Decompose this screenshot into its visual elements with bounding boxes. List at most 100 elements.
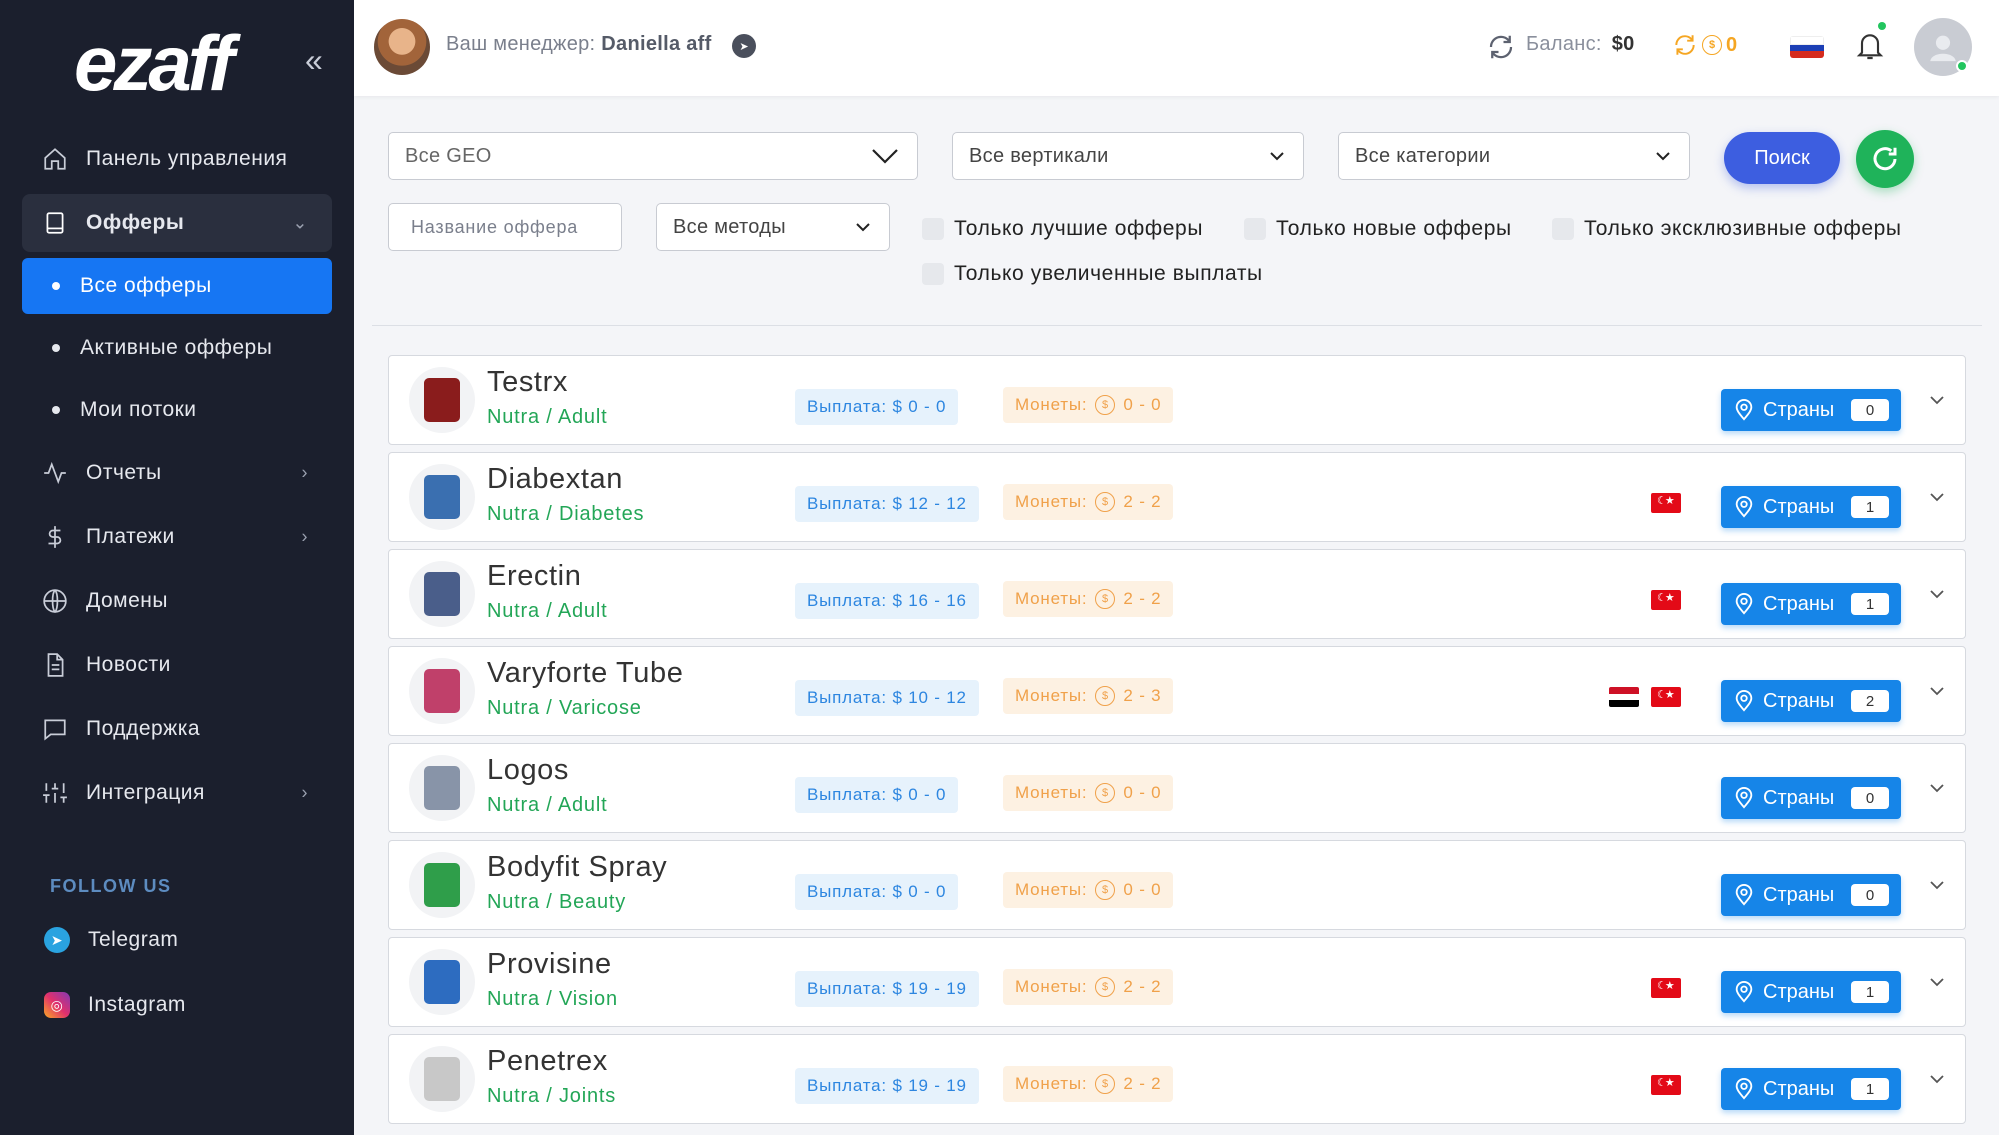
offer-name-input[interactable]: Название оффера	[388, 203, 622, 251]
countries-button[interactable]: Страны 1	[1721, 583, 1901, 625]
location-pin-icon	[1735, 690, 1753, 712]
coins-refresh-icon[interactable]	[1672, 32, 1698, 58]
offer-row[interactable]: Penetrex Nutra / Joints Выплата: $ 19 - …	[388, 1034, 1966, 1124]
sidebar-item-integration[interactable]: Интеграция ›	[22, 764, 332, 822]
refresh-balance-icon[interactable]	[1486, 32, 1516, 62]
offer-name[interactable]: Varyforte Tube	[487, 657, 683, 690]
offer-row[interactable]: Bodyfit Spray Nutra / Beauty Выплата: $ …	[388, 840, 1966, 930]
expand-chevron-icon[interactable]	[1927, 972, 1947, 992]
expand-chevron-icon[interactable]	[1927, 1069, 1947, 1089]
manager-telegram-icon[interactable]: ➤	[732, 34, 756, 58]
coins-value: 2 - 2	[1123, 1074, 1162, 1093]
checkbox-box[interactable]	[922, 218, 944, 240]
social-label: Telegram	[88, 928, 179, 951]
expand-chevron-icon[interactable]	[1927, 875, 1947, 895]
coins-label: Монеты:	[1015, 589, 1088, 608]
checkbox-label: Только новые офферы	[1276, 217, 1512, 240]
offer-name[interactable]: Testrx	[487, 366, 568, 399]
location-pin-icon	[1735, 787, 1753, 809]
sidebar-item-label: Домены	[86, 589, 168, 612]
expand-chevron-icon[interactable]	[1927, 681, 1947, 701]
offer-row[interactable]: Logos Nutra / Adult Выплата: $ 0 - 0 Мон…	[388, 743, 1966, 833]
location-pin-icon	[1735, 399, 1753, 421]
notifications-bell-icon[interactable]	[1854, 28, 1886, 64]
geo-select[interactable]: Все GEO	[388, 132, 918, 180]
countries-count: 2	[1851, 690, 1889, 712]
sidebar-subitem-my-streams[interactable]: Мои потоки	[22, 382, 332, 438]
verticals-select[interactable]: Все вертикали	[952, 132, 1304, 180]
methods-select[interactable]: Все методы	[656, 203, 890, 251]
countries-button[interactable]: Страны 0	[1721, 389, 1901, 431]
offer-row[interactable]: Testrx Nutra / Adult Выплата: $ 0 - 0 Мо…	[388, 355, 1966, 445]
coins-value: 0 - 0	[1123, 783, 1162, 802]
sidebar-item-news[interactable]: Новости	[22, 636, 332, 694]
location-pin-icon	[1735, 1078, 1753, 1100]
countries-button[interactable]: Страны 0	[1721, 874, 1901, 916]
reset-filters-button[interactable]	[1856, 130, 1914, 188]
countries-button[interactable]: Страны 1	[1721, 1068, 1901, 1110]
sidebar-item-label: Новости	[86, 653, 171, 676]
checkbox-best-offers[interactable]: Только лучшие офферы	[922, 217, 1203, 241]
social-link-telegram[interactable]: ➤ Telegram	[44, 927, 178, 953]
checkbox-box[interactable]	[922, 263, 944, 285]
offer-flags	[1651, 493, 1681, 513]
chevron-down-icon	[856, 223, 870, 232]
payout-value: $ 12 - 12	[892, 494, 967, 513]
expand-chevron-icon[interactable]	[1927, 778, 1947, 798]
countries-button[interactable]: Страны 1	[1721, 971, 1901, 1013]
countries-button[interactable]: Страны 1	[1721, 486, 1901, 528]
sidebar-subitem-label: Активные офферы	[80, 336, 273, 359]
notification-dot	[1878, 22, 1886, 30]
sidebar-subitem-all-offers[interactable]: Все офферы	[22, 258, 332, 314]
manager-info: Ваш менеджер: Daniella aff	[446, 33, 712, 56]
language-flag-ru-icon[interactable]	[1790, 36, 1824, 58]
countries-label: Страны	[1763, 786, 1835, 809]
offer-name[interactable]: Penetrex	[487, 1045, 608, 1078]
offer-name[interactable]: Provisine	[487, 948, 612, 981]
balance: Баланс: $0	[1526, 33, 1635, 56]
countries-button[interactable]: Страны 2	[1721, 680, 1901, 722]
sidebar-item-offers[interactable]: Офферы ⌄	[22, 194, 332, 252]
expand-chevron-icon[interactable]	[1927, 584, 1947, 604]
offer-flags	[1651, 978, 1681, 998]
logo[interactable]: ezaff	[74, 18, 234, 109]
offer-row[interactable]: Diabextan Nutra / Diabetes Выплата: $ 12…	[388, 452, 1966, 542]
countries-count: 1	[1851, 496, 1889, 518]
offer-name[interactable]: Logos	[487, 754, 569, 787]
collapse-sidebar-icon[interactable]: «	[305, 44, 323, 76]
offer-name[interactable]: Bodyfit Spray	[487, 851, 667, 884]
coins-value: 2 - 2	[1123, 977, 1162, 996]
offer-coins: Монеты: $ 2 - 2	[1003, 969, 1174, 1005]
sliders-icon	[42, 780, 68, 806]
search-button[interactable]: Поиск	[1724, 132, 1840, 184]
countries-label: Страны	[1763, 689, 1835, 712]
offer-row[interactable]: Varyforte Tube Nutra / Varicose Выплата:…	[388, 646, 1966, 736]
sidebar-subitem-active-offers[interactable]: Активные офферы	[22, 320, 332, 376]
refresh-icon	[1873, 147, 1897, 171]
offer-name[interactable]: Diabextan	[487, 463, 623, 496]
offer-name[interactable]: Erectin	[487, 560, 581, 593]
expand-chevron-icon[interactable]	[1927, 487, 1947, 507]
manager-label: Ваш менеджер:	[446, 33, 596, 55]
sidebar-item-label: Офферы	[86, 211, 185, 234]
sidebar-item-dashboard[interactable]: Панель управления	[22, 130, 332, 188]
checkbox-increased-payouts[interactable]: Только увеличенные выплаты	[922, 262, 1263, 286]
checkbox-new-offers[interactable]: Только новые офферы	[1244, 217, 1512, 241]
sidebar-item-domains[interactable]: Домены	[22, 572, 332, 630]
expand-chevron-icon[interactable]	[1927, 390, 1947, 410]
payout-label: Выплата:	[807, 1076, 887, 1095]
offer-row[interactable]: Erectin Nutra / Adult Выплата: $ 16 - 16…	[388, 549, 1966, 639]
checkbox-exclusive-offers[interactable]: Только эксклюзивные офферы	[1552, 217, 1902, 241]
sidebar-item-support[interactable]: Поддержка	[22, 700, 332, 758]
social-link-instagram[interactable]: ◎ Instagram	[44, 992, 186, 1018]
coins-value: 2 - 2	[1123, 492, 1162, 511]
countries-button[interactable]: Страны 0	[1721, 777, 1901, 819]
coins-label: Монеты:	[1015, 880, 1088, 899]
checkbox-box[interactable]	[1244, 218, 1266, 240]
checkbox-box[interactable]	[1552, 218, 1574, 240]
sidebar-item-payments[interactable]: Платежи ›	[22, 508, 332, 566]
categories-select[interactable]: Все категории	[1338, 132, 1690, 180]
sidebar-item-reports[interactable]: Отчеты ›	[22, 444, 332, 502]
offer-row[interactable]: Provisine Nutra / Vision Выплата: $ 19 -…	[388, 937, 1966, 1027]
offer-category: Nutra / Varicose	[487, 697, 642, 719]
